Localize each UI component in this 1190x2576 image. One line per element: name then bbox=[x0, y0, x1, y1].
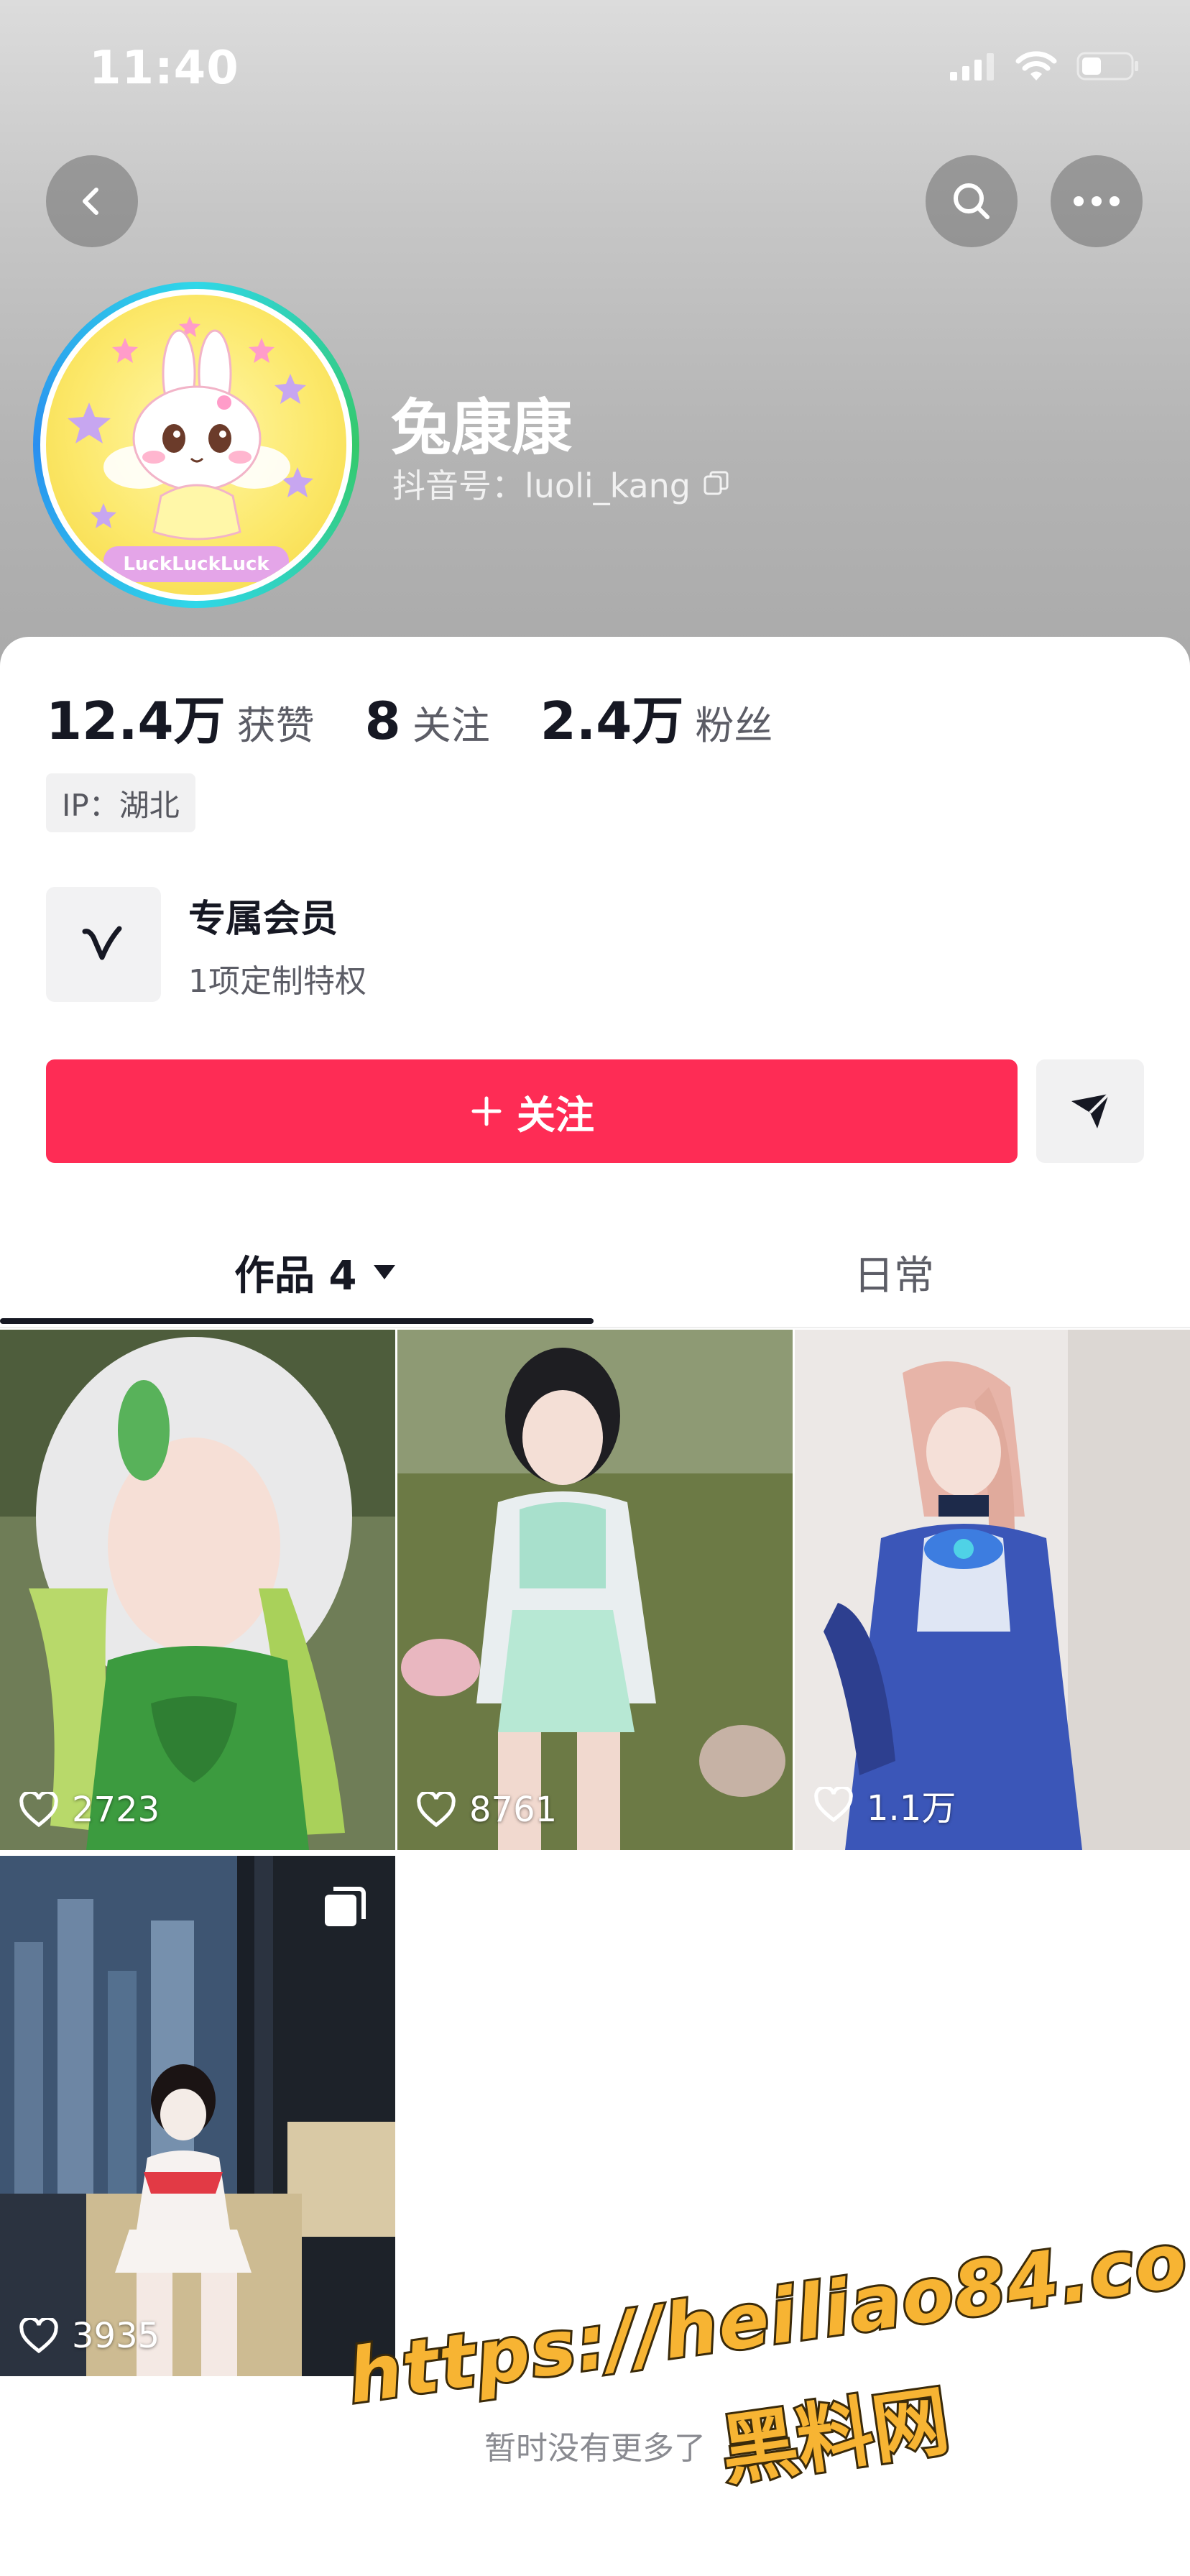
post-likes: 3935 bbox=[19, 2316, 160, 2356]
stat-label: 粉丝 bbox=[695, 703, 773, 748]
heart-icon bbox=[814, 1787, 853, 1823]
douyin-id-text: 抖音号：luoli_kang bbox=[392, 466, 691, 505]
tab-works[interactable]: 作品 4 bbox=[234, 1222, 397, 1322]
post-tile[interactable]: 3935 bbox=[0, 1856, 395, 2376]
post-thumbnail bbox=[0, 1856, 395, 2376]
post-tile[interactable]: 2723 bbox=[0, 1330, 395, 1850]
wifi-icon bbox=[1015, 51, 1057, 80]
plus-icon bbox=[471, 1096, 502, 1126]
exclusive-membership[interactable]: 专属会员 1项定制特权 bbox=[46, 887, 366, 1002]
heart-icon bbox=[19, 2318, 58, 2354]
more-button[interactable] bbox=[1051, 155, 1143, 247]
membership-subtitle: 1项定制特权 bbox=[188, 962, 366, 1000]
stat-value: 12.4万 bbox=[46, 691, 226, 751]
status-bar: 11:40 bbox=[0, 0, 1190, 144]
active-tab-indicator bbox=[0, 1318, 594, 1324]
multi-image-icon bbox=[325, 1887, 366, 1926]
post-likes: 8761 bbox=[416, 1790, 557, 1830]
stat-label: 关注 bbox=[412, 703, 490, 748]
status-time: 11:40 bbox=[89, 42, 239, 95]
back-button[interactable] bbox=[46, 155, 138, 247]
ip-location-badge: IP：湖北 bbox=[46, 773, 195, 832]
share-button[interactable] bbox=[1036, 1059, 1144, 1163]
douyin-id[interactable]: 抖音号：luoli_kang bbox=[392, 460, 731, 507]
signal-icon bbox=[950, 53, 994, 80]
avatar-text: LuckLuckLuck bbox=[123, 553, 269, 575]
copy-icon[interactable] bbox=[702, 469, 731, 498]
avatar-frame: LuckLuckLuck bbox=[40, 289, 352, 601]
post-likes: 1.1万 bbox=[813, 1780, 956, 1830]
post-thumbnail bbox=[795, 1330, 1190, 1850]
bunny-illustration: LuckLuckLuck bbox=[68, 316, 313, 582]
post-thumbnail bbox=[0, 1330, 395, 1850]
stat-value: 2.4万 bbox=[540, 691, 684, 751]
post-tile[interactable]: 8761 bbox=[397, 1330, 793, 1850]
post-tile[interactable]: 1.1万 bbox=[795, 1330, 1190, 1850]
caret-down-icon[interactable] bbox=[372, 1264, 397, 1281]
stat-value: 8 bbox=[364, 691, 401, 751]
follow-button[interactable]: 关注 bbox=[46, 1059, 1018, 1163]
stat-label: 获赞 bbox=[236, 703, 315, 748]
heart-icon bbox=[19, 1792, 58, 1828]
stat-followers[interactable]: 2.4万 粉丝 bbox=[540, 678, 773, 754]
likes-count: 8761 bbox=[469, 1790, 558, 1830]
status-icons bbox=[950, 50, 1140, 82]
likes-count: 1.1万 bbox=[867, 1788, 956, 1828]
follow-label: 关注 bbox=[517, 1092, 594, 1138]
search-icon bbox=[954, 183, 990, 219]
v-logo-icon bbox=[82, 926, 122, 960]
likes-count: 2723 bbox=[72, 1790, 160, 1830]
membership-text: 专属会员 1项定制特权 bbox=[188, 888, 366, 1001]
profile-stats: 12.4万 获赞 8 关注 2.4万 粉丝 bbox=[46, 678, 823, 754]
heart-icon bbox=[417, 1792, 456, 1828]
stat-following[interactable]: 8 关注 bbox=[365, 691, 490, 751]
post-likes: 2723 bbox=[19, 1790, 160, 1830]
post-thumbnail bbox=[397, 1330, 793, 1850]
avatar[interactable]: LuckLuckLuck bbox=[33, 282, 359, 608]
membership-icon-box bbox=[46, 887, 161, 1002]
stat-likes[interactable]: 12.4万 获赞 bbox=[46, 678, 315, 754]
tab-daily[interactable]: 日常 bbox=[854, 1222, 934, 1322]
membership-title: 专属会员 bbox=[188, 897, 338, 941]
content-tabs: 作品 4 日常 bbox=[0, 1222, 1190, 1330]
more-icon bbox=[1074, 196, 1120, 206]
likes-count: 3935 bbox=[72, 2316, 160, 2356]
tab-works-label: 作品 4 bbox=[234, 1252, 357, 1300]
battery-icon bbox=[1076, 52, 1138, 80]
tab-divider bbox=[0, 1327, 1190, 1328]
chevron-left-icon bbox=[83, 188, 98, 215]
search-button[interactable] bbox=[926, 155, 1018, 247]
profile-nickname: 兔康康 bbox=[391, 392, 573, 463]
send-icon bbox=[1071, 1092, 1110, 1128]
avatar-image: LuckLuckLuck bbox=[46, 295, 346, 595]
